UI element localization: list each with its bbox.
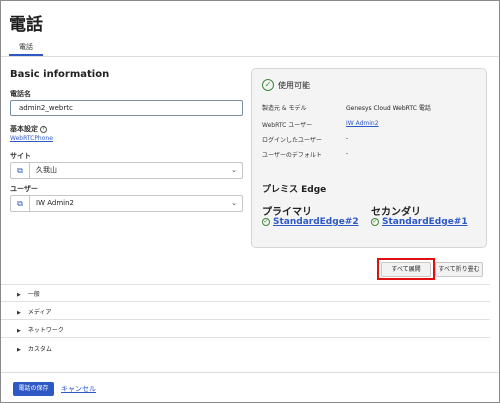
help-icon[interactable]: ? — [40, 125, 47, 133]
accordion-media[interactable]: ▶ メディア — [17, 307, 51, 316]
basic-info-heading: Basic information — [10, 69, 110, 80]
check-circle-icon: ✓ — [262, 79, 274, 91]
chevron-down-icon: ⌄ — [231, 199, 237, 207]
primary-label: プライマリ — [262, 207, 312, 218]
secondary-edge-text: StandardEdge#1 — [382, 217, 468, 227]
external-link-icon[interactable]: ⧉ — [11, 163, 30, 178]
tab-divider — [1, 56, 499, 57]
accordion-custom[interactable]: ▶ カスタム — [17, 344, 52, 353]
caret-right-icon: ▶ — [17, 328, 21, 334]
webrtc-user-key: WebRTC ユーザー — [262, 122, 313, 129]
tab-phone[interactable]: 電話 — [11, 42, 41, 52]
check-circle-icon: ✓ — [371, 217, 379, 226]
user-default-key: ユーザーのデフォルト — [262, 152, 322, 159]
accordion-label: ネットワーク — [27, 327, 64, 334]
accordion-general[interactable]: ▶ 一般 — [17, 289, 40, 298]
accordion-divider — [1, 301, 490, 302]
highlight-box — [377, 258, 435, 280]
accordion-divider — [1, 337, 490, 338]
caret-right-icon: ▶ — [17, 292, 21, 298]
user-select[interactable]: ⧉ IW Admin2 ⌄ — [10, 195, 243, 212]
caret-right-icon: ▶ — [17, 310, 21, 316]
base-settings-link[interactable]: WebRTCPhone — [10, 135, 53, 142]
accordion-label: メディア — [27, 309, 52, 316]
logged-in-user-value: - — [346, 135, 349, 142]
manufacturer-model-value: Genesys Cloud WebRTC 電話 — [346, 105, 431, 112]
save-phone-button[interactable]: 電話の保存 — [13, 382, 54, 396]
accordion-divider — [1, 319, 490, 320]
user-default-value: - — [346, 150, 349, 157]
page-title: 電話 — [9, 15, 43, 35]
chevron-down-icon: ⌄ — [231, 166, 237, 174]
webrtc-user-link[interactable]: IW Admin2 — [346, 120, 379, 127]
cancel-link[interactable]: キャンセル — [61, 382, 96, 396]
primary-edge-text: StandardEdge#2 — [273, 217, 359, 227]
site-value: 久我山 — [36, 166, 57, 174]
site-select[interactable]: ⧉ 久我山 ⌄ — [10, 162, 243, 179]
accordion-label: 一般 — [27, 291, 40, 298]
phone-name-label: 電話名 — [10, 90, 31, 98]
secondary-label: セカンダリ — [371, 207, 421, 218]
accordion-network[interactable]: ▶ ネットワーク — [17, 325, 64, 334]
footer-divider — [1, 372, 499, 373]
accordion-label: カスタム — [27, 346, 52, 353]
base-settings-label-row: 基本設定? — [10, 124, 47, 134]
status-panel: ✓ 使用可能 製造元 & モデル Genesys Cloud WebRTC 電話… — [251, 68, 487, 248]
caret-right-icon: ▶ — [17, 347, 21, 353]
user-value: IW Admin2 — [36, 199, 74, 207]
base-settings-label: 基本設定 — [10, 125, 38, 133]
premise-edge-heading: プレミス Edge — [262, 185, 327, 195]
user-label: ユーザー — [10, 185, 38, 193]
accordion-divider — [1, 284, 490, 285]
external-link-icon[interactable]: ⧉ — [11, 196, 30, 211]
manufacturer-model-key: 製造元 & モデル — [262, 105, 307, 112]
collapse-all-button[interactable]: すべて折り畳む — [435, 262, 483, 277]
phone-name-input[interactable]: admin2_webrtc — [10, 100, 243, 116]
status-text: 使用可能 — [278, 81, 310, 90]
logged-in-user-key: ログインしたユーザー — [262, 137, 322, 144]
site-label: サイト — [10, 152, 31, 160]
primary-edge-link[interactable]: ✓ StandardEdge#2 — [262, 217, 359, 227]
check-circle-icon: ✓ — [262, 217, 270, 226]
secondary-edge-link[interactable]: ✓ StandardEdge#1 — [371, 217, 468, 227]
